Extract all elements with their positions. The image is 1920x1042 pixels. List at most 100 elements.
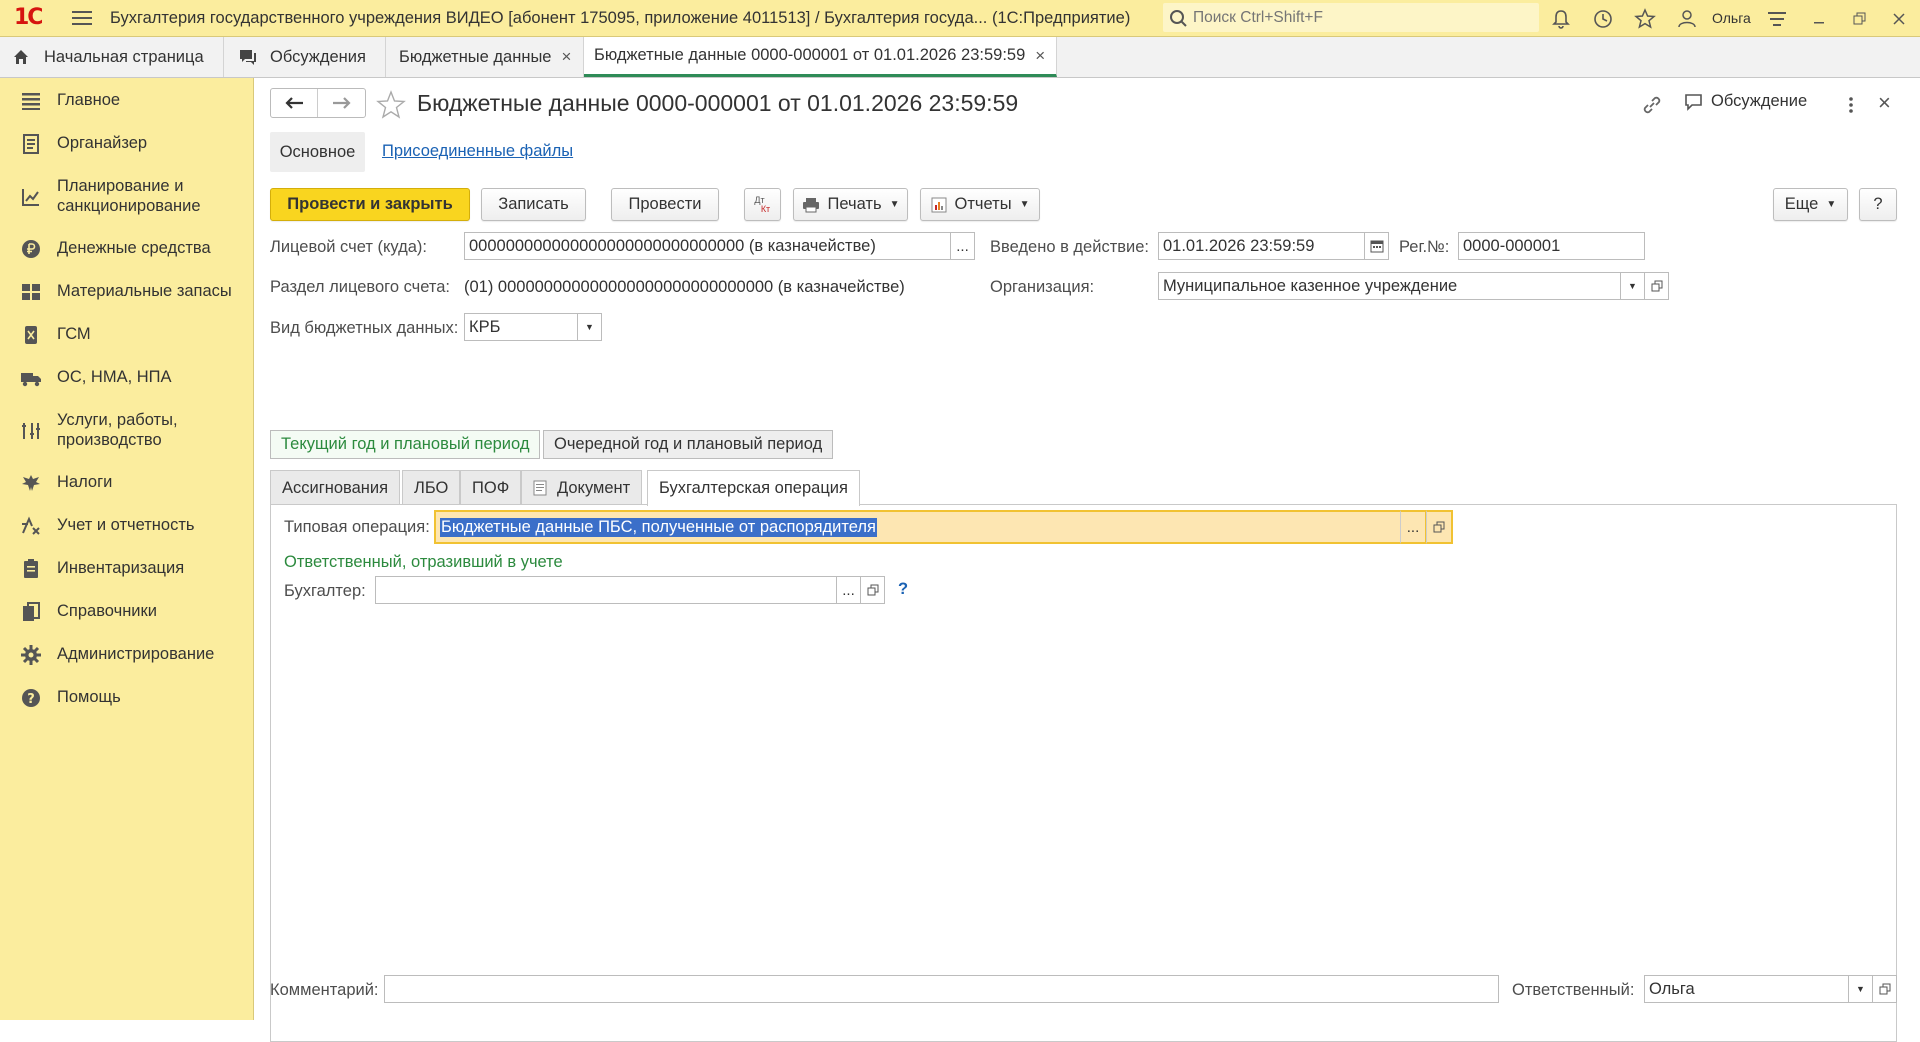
forward-arrow-icon[interactable]: [318, 89, 365, 117]
accounting-operation-panel: Типовая операция: Бюджетные данные ПБС, …: [270, 504, 1897, 1042]
menu-icon[interactable]: [72, 10, 92, 26]
tab-accounting-operation[interactable]: Бухгалтерская операция: [647, 470, 860, 506]
open-tabs-bar: Начальная страница Обсуждения Бюджетные …: [0, 37, 1920, 78]
account-select-button[interactable]: ...: [950, 232, 975, 260]
sidebar-item-organizer[interactable]: Органайзер: [0, 133, 254, 155]
sidebar-item-help[interactable]: ? Помощь: [0, 687, 254, 709]
tab-label: Бюджетные данные 0000-000001 от 01.01.20…: [594, 46, 1026, 64]
subtab-main[interactable]: Основное: [270, 132, 365, 172]
link-icon[interactable]: [1641, 94, 1663, 116]
period-current-year[interactable]: Текущий год и плановый период: [270, 430, 541, 459]
close-tab-icon[interactable]: ×: [562, 47, 572, 67]
sidebar-item-fixed-assets[interactable]: ОС, НМА, НПА: [0, 367, 254, 389]
close-window-icon[interactable]: [1888, 8, 1910, 30]
open-accountant-icon[interactable]: [860, 576, 885, 604]
users-icon[interactable]: [1676, 8, 1698, 30]
account-field[interactable]: 000000000000000000000000000000 (в казнач…: [464, 232, 951, 260]
accountant-help-link[interactable]: ?: [898, 580, 908, 599]
sidebar-item-administration[interactable]: Администрирование: [0, 644, 254, 666]
accountant-field[interactable]: [375, 576, 837, 604]
sidebar-item-planning[interactable]: Планирование и санкционирование: [0, 176, 254, 218]
tab-discussions[interactable]: Обсуждения: [224, 37, 386, 77]
post-and-close-button[interactable]: Провести и закрыть: [270, 188, 470, 221]
save-button[interactable]: Записать: [481, 188, 586, 221]
comment-label: Комментарий:: [270, 981, 379, 999]
tab-pof[interactable]: ПОФ: [460, 470, 522, 505]
restore-icon[interactable]: [1848, 8, 1870, 30]
bell-icon[interactable]: [1550, 8, 1572, 30]
sidebar-item-services[interactable]: Услуги, работы, производство: [0, 410, 254, 452]
budget-type-dropdown-icon[interactable]: ▼: [577, 313, 602, 341]
home-icon: [12, 48, 30, 66]
open-responsible-icon[interactable]: [1872, 975, 1897, 1003]
subtab-attached-files[interactable]: Присоединенные файлы: [382, 142, 573, 161]
sidebar-item-references[interactable]: Справочники: [0, 601, 254, 623]
search-input[interactable]: [1193, 8, 1523, 27]
title-bar: 1С Бухгалтерия государственного учрежден…: [0, 0, 1920, 37]
comment-field[interactable]: [384, 975, 1499, 1003]
settings-menu-icon[interactable]: [1766, 8, 1788, 30]
discussion-label: Обсуждение: [1711, 92, 1808, 110]
accountant-select-button[interactable]: ...: [836, 576, 861, 604]
typical-operation-value: Бюджетные данные ПБС, полученные от расп…: [440, 517, 877, 537]
sidebar-item-inventory[interactable]: Инвентаризация: [0, 558, 254, 580]
tab-budget-data-document[interactable]: Бюджетные данные 0000-000001 от 01.01.20…: [584, 37, 1057, 77]
more-vertical-icon[interactable]: [1846, 94, 1856, 116]
sidebar-item-main[interactable]: Главное: [0, 90, 254, 112]
books-icon: [20, 601, 42, 623]
effective-date-label: Введено в действие:: [990, 238, 1149, 256]
effective-date-field[interactable]: 01.01.2026 23:59:59: [1158, 232, 1365, 260]
reports-button[interactable]: Отчеты ▼: [920, 188, 1040, 221]
sidebar-item-fuel[interactable]: ГСМ: [0, 324, 254, 346]
history-icon[interactable]: [1592, 8, 1614, 30]
user-name[interactable]: Ольга: [1712, 10, 1751, 26]
reg-number-field[interactable]: 0000-000001: [1458, 232, 1645, 260]
organization-field[interactable]: Муниципальное казенное учреждение: [1158, 272, 1621, 300]
sidebar-item-cash[interactable]: Денежные средства: [0, 238, 254, 260]
responsible-section-header: Ответственный, отразивший в учете: [284, 553, 563, 571]
calendar-icon[interactable]: [1364, 232, 1389, 260]
more-button[interactable]: Еще ▼: [1773, 188, 1848, 221]
minimize-icon[interactable]: [1808, 8, 1830, 30]
typical-operation-field[interactable]: Бюджетные данные ПБС, полученные от расп…: [434, 510, 1402, 544]
dt-kt-button[interactable]: Дт Кт: [744, 188, 781, 221]
favorite-star-icon[interactable]: [376, 90, 406, 120]
tab-budget-data-list[interactable]: Бюджетные данные ×: [386, 37, 584, 77]
sidebar-item-materials[interactable]: Материальные запасы: [0, 281, 254, 303]
organization-dropdown-icon[interactable]: ▼: [1620, 272, 1645, 300]
back-arrow-icon[interactable]: [271, 89, 319, 117]
section-value: (01) 000000000000000000000000000000 (в к…: [464, 278, 905, 296]
grid-icon: [20, 281, 42, 303]
ruble-icon: [20, 238, 42, 260]
budget-data-type-field[interactable]: КРБ: [464, 313, 578, 341]
star-icon[interactable]: [1634, 8, 1656, 30]
list-icon: [20, 90, 42, 112]
responsible-field[interactable]: Ольга: [1644, 975, 1849, 1003]
help-button[interactable]: ?: [1859, 188, 1897, 221]
tab-lbo[interactable]: ЛБО: [402, 470, 461, 505]
tab-document[interactable]: Документ: [521, 470, 643, 505]
discussion-icon: [1684, 93, 1704, 111]
typical-operation-select-button[interactable]: ...: [1400, 510, 1427, 544]
sidebar-item-accounting[interactable]: Учет и отчетность: [0, 515, 254, 537]
sidebar-item-taxes[interactable]: Налоги: [0, 472, 254, 494]
discussion-button[interactable]: Обсуждение: [1684, 92, 1807, 111]
close-tab-icon[interactable]: ×: [1035, 46, 1045, 66]
period-next-year[interactable]: Очередной год и плановый период: [543, 430, 834, 459]
sidebar-item-label: Денежные средства: [57, 239, 211, 257]
organization-label: Организация:: [990, 278, 1095, 296]
post-button[interactable]: Провести: [611, 188, 719, 221]
search-box[interactable]: [1163, 3, 1539, 32]
dropdown-arrow-icon: ▼: [1826, 199, 1837, 210]
print-button[interactable]: Печать ▼: [793, 188, 908, 221]
tab-home[interactable]: Начальная страница: [0, 37, 224, 77]
open-organization-icon[interactable]: [1644, 272, 1669, 300]
sidebar-item-label: ОС, НМА, НПА: [57, 368, 172, 386]
tab-allocations[interactable]: Ассигнования: [270, 470, 401, 505]
responsible-dropdown-icon[interactable]: ▼: [1848, 975, 1873, 1003]
tab-label: Бюджетные данные: [399, 47, 552, 66]
sidebar-item-label: Органайзер: [57, 134, 148, 152]
open-typical-operation-icon[interactable]: [1426, 510, 1453, 544]
app-logo: 1С: [14, 5, 43, 30]
close-form-icon[interactable]: ×: [1878, 90, 1891, 116]
